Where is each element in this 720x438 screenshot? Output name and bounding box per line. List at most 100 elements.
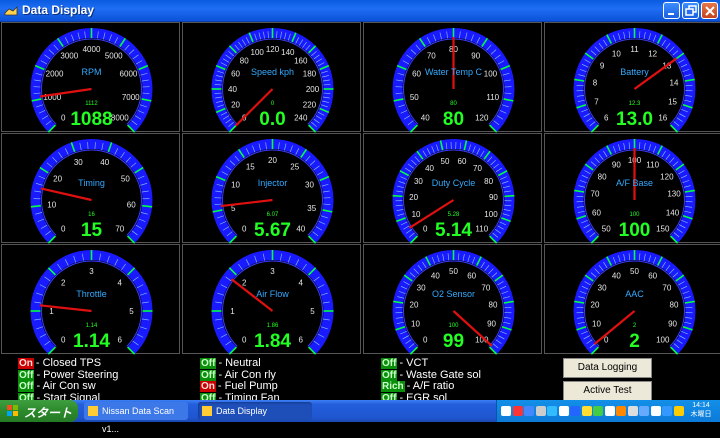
tray-icon[interactable]: [582, 406, 592, 416]
tick-label: 3: [89, 267, 94, 276]
tick-label: 30: [74, 158, 83, 167]
gauge-injector: 0510152025303540Injector6.075.67: [182, 133, 361, 243]
tray-icon[interactable]: [605, 406, 615, 416]
gauge-air-flow: 0123456Air Flow1.861.84: [182, 244, 361, 354]
status-item: Off- Air Con sw: [18, 381, 96, 392]
minimize-button[interactable]: [663, 2, 680, 19]
tray-icon[interactable]: [524, 406, 534, 416]
gauge-a-f-base: 5060708090100110120130140150A/F Base1001…: [544, 133, 720, 243]
tick-label: 14: [670, 79, 679, 88]
tray-icon[interactable]: [628, 406, 638, 416]
tray-icon[interactable]: [616, 406, 626, 416]
tick-label: 1: [230, 307, 235, 316]
tick-label: 4: [118, 279, 123, 288]
status-badge: Off: [18, 370, 34, 381]
gauge-value: 1088: [2, 109, 181, 131]
minimize-icon: [666, 5, 678, 17]
clock[interactable]: 14:14 木曜日: [685, 401, 717, 419]
tray-icon[interactable]: [674, 406, 684, 416]
active-test-button[interactable]: Active Test: [563, 381, 652, 401]
tick-label: 10: [612, 49, 621, 58]
tick-label: 1: [49, 307, 54, 316]
gauge-label: Duty Cycle: [364, 178, 543, 188]
gauge-needle: [41, 188, 92, 200]
gauge-label: Timing: [2, 178, 181, 188]
major-tick: [31, 206, 41, 207]
tick-label: 4000: [83, 45, 101, 54]
tick-label: 140: [281, 48, 295, 57]
tick-label: 20: [268, 156, 277, 165]
gauge-secondary-value: 80: [364, 101, 543, 107]
gauge-needle: [40, 305, 92, 311]
tick-label: 3: [270, 267, 275, 276]
gauge-value: 13.0: [545, 109, 720, 131]
status-label: - Closed TPS: [36, 357, 101, 369]
tick-label: 60: [467, 271, 476, 280]
gauge-secondary-value: 1.14: [2, 323, 181, 329]
tick-label: 2: [242, 279, 247, 288]
gauge-label: Battery: [545, 67, 720, 77]
tray-icon[interactable]: [501, 406, 511, 416]
gauge-grid: 010002000300040005000600070008000RPM1112…: [0, 22, 720, 355]
status-badge: Off: [381, 358, 397, 369]
start-label: スタート: [24, 404, 72, 421]
start-button[interactable]: スタート: [0, 400, 78, 422]
tick-label: 5000: [105, 52, 123, 61]
gauge-label: AAC: [545, 289, 720, 299]
status-item: Off- Power Steering: [18, 370, 118, 381]
tick-label: 120: [266, 45, 280, 54]
gauge-secondary-value: 1112: [2, 101, 181, 107]
gauge-secondary-value: 5.28: [364, 212, 543, 218]
gauge-needle: [221, 200, 273, 206]
taskbar-item-data-display[interactable]: Data Display: [198, 402, 312, 420]
tick-label: 20: [410, 301, 419, 310]
major-tick: [142, 206, 152, 207]
tick-label: 40: [100, 158, 109, 167]
tray-icon[interactable]: [662, 406, 672, 416]
gauge-value: 0.0: [183, 109, 362, 131]
status-badge: Off: [18, 381, 34, 392]
tick-label: 4: [299, 279, 304, 288]
tick-label: 2: [61, 279, 66, 288]
data-logging-button[interactable]: Data Logging: [563, 358, 652, 378]
gauge-timing: 010203040506070Timing1615: [1, 133, 180, 243]
gauge-water-temp-c: 405060708090100110120Water Temp C8080: [363, 22, 542, 132]
tray-icon[interactable]: [513, 406, 523, 416]
taskbar-item-nissan-data-scan[interactable]: Nissan Data Scan v1...: [84, 402, 188, 420]
status-label: - Waste Gate sol: [399, 369, 481, 381]
gauge-secondary-value: 100: [364, 323, 543, 329]
close-button[interactable]: [701, 2, 718, 19]
tray-icon[interactable]: [547, 406, 557, 416]
tick-label: 80: [489, 301, 498, 310]
tick-label: 5: [310, 307, 315, 316]
gauge-battery: 678910111213141516Battery12.313.0: [544, 22, 720, 132]
tick-label: 11: [630, 45, 639, 54]
gauge-value: 5.14: [364, 220, 543, 242]
status-badge: On: [200, 381, 216, 392]
tick-label: 80: [670, 301, 679, 310]
tick-label: 40: [228, 85, 237, 94]
tick-label: 3000: [60, 52, 78, 61]
tray-icon[interactable]: [559, 406, 569, 416]
gauge-label: O2 Sensor: [364, 289, 543, 299]
tick-label: 40: [612, 271, 621, 280]
tick-label: 50: [449, 267, 458, 276]
tray-icon[interactable]: [536, 406, 546, 416]
gauge-label: Water Temp C: [364, 67, 543, 77]
status-label: - VCT: [399, 357, 428, 369]
tray-icon[interactable]: [570, 406, 580, 416]
windows-logo-icon: [6, 404, 20, 418]
tick-label: 80: [240, 57, 249, 66]
tick-label: 90: [471, 52, 480, 61]
tick-label: 70: [473, 164, 482, 173]
tray-icon[interactable]: [593, 406, 603, 416]
gauge-value: 5.67: [183, 220, 362, 242]
gauge-throttle: 0123456Throttle1.141.14: [1, 244, 180, 354]
tick-label: 12: [648, 49, 657, 58]
maximize-button[interactable]: [682, 2, 699, 19]
tray-icon[interactable]: [651, 406, 661, 416]
status-item: On- Closed TPS: [18, 358, 101, 369]
tick-label: 110: [646, 160, 659, 169]
tray-icon[interactable]: [639, 406, 649, 416]
tick-label: 160: [294, 57, 308, 66]
